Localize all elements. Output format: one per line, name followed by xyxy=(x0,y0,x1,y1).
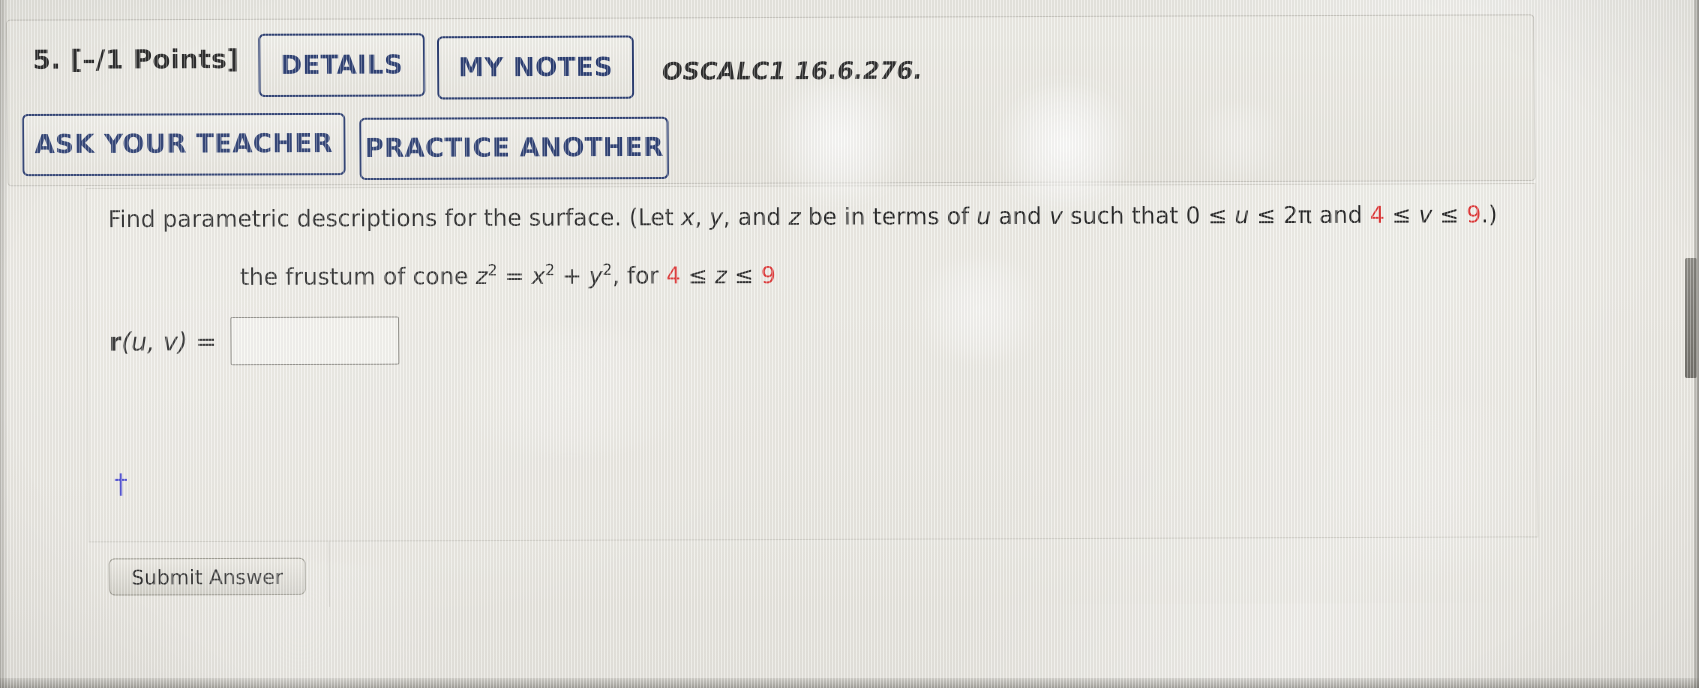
answer-label-args: (u, v) = xyxy=(121,326,217,357)
prompt-text-2: be in terms of xyxy=(800,204,977,231)
prompt-var-z: z xyxy=(788,204,801,231)
prompt-v-mid-1: ≤ xyxy=(1384,202,1419,229)
surface-equals: = xyxy=(497,263,532,291)
details-button[interactable]: DETAILS xyxy=(258,33,426,98)
submit-answer-button[interactable]: Submit Answer xyxy=(108,557,306,596)
prompt-comma-1: , xyxy=(694,204,710,232)
my-notes-button[interactable]: MY NOTES xyxy=(436,35,635,100)
prompt-and-2: and xyxy=(991,203,1050,231)
photographed-screen-surface: 5. [–/1 Points] DETAILS MY NOTES ASK YOU… xyxy=(0,0,1699,688)
prompt-end: .) xyxy=(1481,202,1498,229)
answer-input[interactable] xyxy=(230,316,400,366)
surface-exp-x: 2 xyxy=(545,261,555,280)
screen-edge-bottom xyxy=(0,678,1699,688)
answer-label-vector-r: r xyxy=(108,326,122,357)
points-label: 5. [–/1 Points] xyxy=(32,44,240,76)
answer-label: r(u, v) = xyxy=(109,327,217,356)
answer-row: r(u, v) = xyxy=(109,316,400,366)
range-z-mid-1: ≤ xyxy=(680,263,715,290)
prompt-var-u: u xyxy=(976,203,992,231)
problem-id-label: OSCALC1 16.6.276. xyxy=(662,56,923,86)
range-z-upper: 9 xyxy=(760,262,776,290)
range-v-lower: 4 xyxy=(1369,202,1385,229)
prompt-var-u-2: u xyxy=(1234,203,1250,230)
surface-equation-line: the frustum of cone z2 = x2 + y2, for 4 … xyxy=(239,260,776,291)
surface-var-z: z xyxy=(475,263,488,291)
surface-var-y: y xyxy=(588,263,603,290)
prompt-and-1: , and xyxy=(722,204,789,231)
surface-exp-y: 2 xyxy=(602,260,613,279)
range-v-upper: 9 xyxy=(1466,202,1482,229)
ask-your-teacher-button[interactable]: ASK YOUR TEACHER xyxy=(21,112,346,177)
range-z-var: z xyxy=(714,263,728,290)
prompt-text-1: Find parametric descriptions for the sur… xyxy=(107,205,682,234)
practice-another-button[interactable]: PRACTICE ANOTHER xyxy=(359,116,669,181)
surface-text-start: the frustum of cone xyxy=(239,263,476,291)
prompt-u-upper: ≤ 2π and xyxy=(1249,202,1371,230)
prompt-v-mid-2: ≤ xyxy=(1432,202,1467,229)
prompt-text-3: such that 0 ≤ xyxy=(1062,203,1235,230)
screen-edge-right xyxy=(1694,0,1699,688)
prompt-var-v-2: v xyxy=(1418,202,1433,229)
surface-var-x: x xyxy=(531,263,546,290)
footnote-dagger-icon: † xyxy=(114,469,128,501)
question-prompt-line: Find parametric descriptions for the sur… xyxy=(108,202,1498,233)
surface-plus: + xyxy=(554,263,590,290)
screen-content-plane: 5. [–/1 Points] DETAILS MY NOTES ASK YOU… xyxy=(0,0,1699,688)
range-z-mid-2: ≤ xyxy=(726,262,762,290)
surface-for-text: , for xyxy=(612,263,667,290)
prompt-var-x: x xyxy=(680,204,695,232)
prompt-var-y: y xyxy=(709,204,724,232)
range-z-lower: 4 xyxy=(666,263,681,290)
screen-edge-left xyxy=(0,0,8,688)
prompt-var-v: v xyxy=(1049,203,1064,230)
